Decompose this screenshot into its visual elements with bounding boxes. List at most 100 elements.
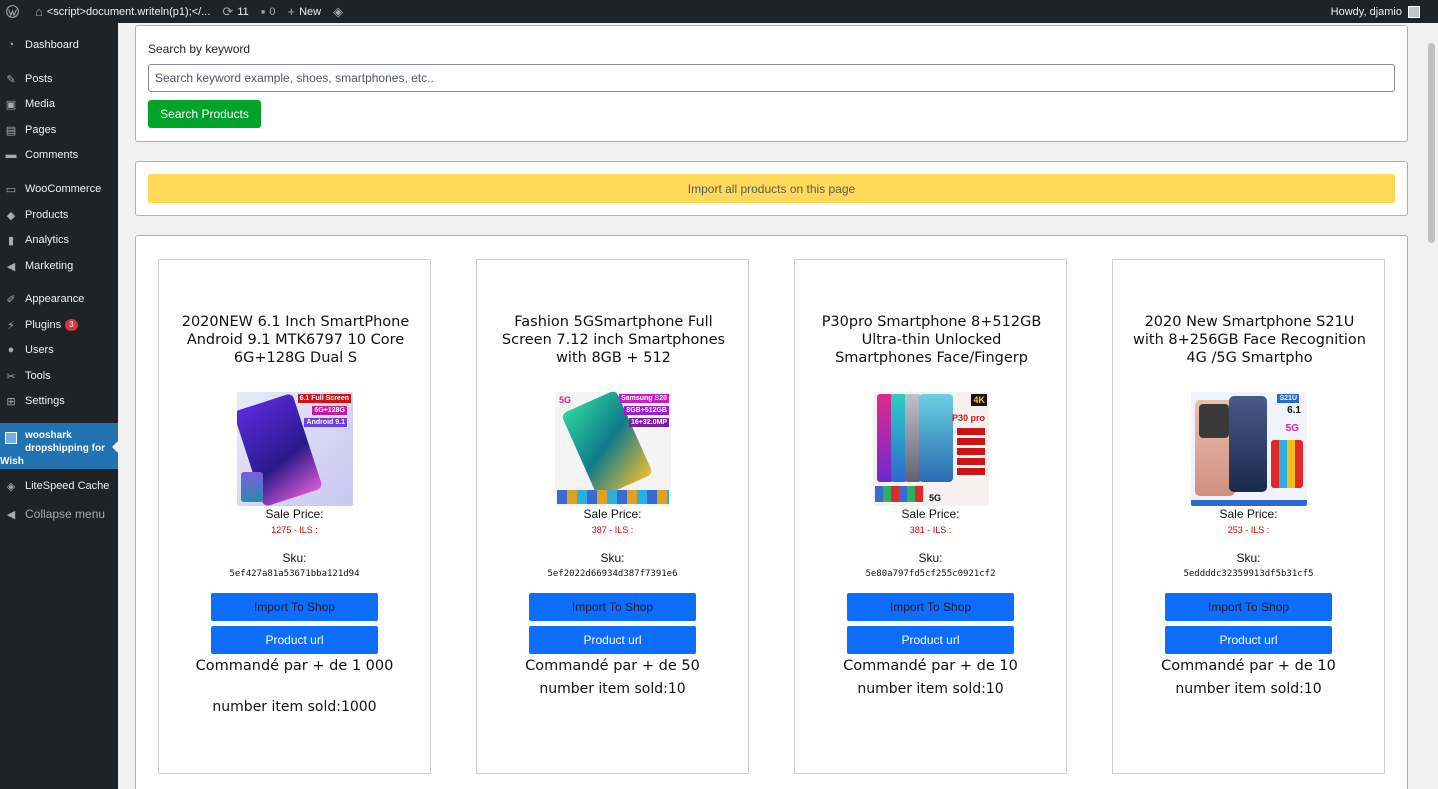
image-tag: Android 9.1 [304,418,347,427]
site-name-link[interactable]: ⌂ <script>document.writeln(p1);</... [25,0,216,23]
sidebar-item-label: Tools [25,370,51,382]
items-sold: number item sold:10 [539,681,686,697]
sale-price-value: 1275 - ILS : [271,525,318,535]
sidebar-item-appearance[interactable]: ✐ Appearance [0,289,118,309]
sidebar-item-label: Pages [25,124,57,136]
ordered-count: Commandé par + de 10 [843,658,1018,674]
product-image[interactable]: 6.1 Full Screen 6G+128G Android 9.1 [237,392,353,506]
import-to-shop-button[interactable]: Import To Shop [1165,593,1332,621]
items-sold: number item sold:10 [1175,681,1322,697]
sidebar-item-tools[interactable]: ✂ Tools [0,366,118,386]
sale-price-value: 387 - ILS : [591,525,634,535]
updates-count: 11 [237,5,249,18]
import-all-panel: Import all products on this page [135,161,1408,216]
import-all-products-button[interactable]: Import all products on this page [148,174,1395,203]
media-icon: ▣ [5,98,17,111]
updates-link[interactable]: ⟳ 11 [216,0,254,23]
product-image[interactable]: S21U 6.1 5G [1191,392,1307,506]
sidebar-item-label: LiteSpeed Cache [25,480,110,492]
plugins-update-badge: 3 [65,319,78,331]
wooshark-label-line3: Wish [0,456,24,467]
sidebar-item-dashboard[interactable]: ◔ Dashboard [0,35,118,55]
search-products-button[interactable]: Search Products [148,100,261,128]
sidebar-item-label: Products [25,209,69,221]
ordered-count: Commandé par + de 50 [525,658,700,674]
sku-value: 5ef2022d66934d387f7391e6 [547,569,678,579]
image-tag: 16+32.0MP [629,418,669,427]
image-tag: 5G [929,493,942,503]
sidebar-item-label: Posts [25,73,53,85]
sku-label: Sku: [918,551,943,565]
wrench-icon: ✂ [6,370,16,383]
page-scrollbar[interactable] [1425,23,1438,789]
site-title: <script>document.writeln(p1);</... [46,5,211,18]
sidebar-item-label: Analytics [25,234,70,246]
sidebar-item-marketing[interactable]: ◀ Marketing [0,256,118,276]
sku-label: Sku: [1236,551,1261,565]
comment-icon: ▬ [5,149,17,161]
product-url-button[interactable]: Product url [529,626,696,654]
sidebar-item-users[interactable]: ● Users [0,340,118,360]
woo-icon: ▭ [5,183,17,196]
ordered-count: Commandé par + de 10 [1161,658,1336,674]
sale-price-value: 253 - ILS : [1227,525,1270,535]
new-content-link[interactable]: + New [281,0,327,23]
my-account[interactable]: Howdy, djamio [1331,0,1420,23]
litespeed-toolbar-link[interactable]: ◈ [327,0,353,23]
collapse-menu-button[interactable]: ◀ Collapse menu [0,504,118,524]
sidebar-item-settings[interactable]: ⊞ Settings [0,391,118,411]
megaphone-icon: ◀ [6,260,16,273]
products-panel: 2020NEW 6.1 Inch SmartPhone Android 9.1 … [135,235,1408,789]
sidebar-item-analytics[interactable]: ▮ Analytics [0,230,118,250]
sale-price-label: Sale Price: [1219,507,1278,521]
sidebar-item-wooshark[interactable]: wooshark dropshipping for Wish [0,423,118,469]
sidebar-item-woocommerce[interactable]: ▭ WooCommerce [0,179,118,199]
brush-icon: ✐ [6,293,16,306]
product-card: 2020NEW 6.1 Inch SmartPhone Android 9.1 … [158,259,431,774]
sku-value: 5ef427a81a53671bba121d94 [229,569,360,579]
home-icon: ⌂ [35,4,43,19]
product-url-button[interactable]: Product url [211,626,378,654]
sidebar-item-plugins[interactable]: ⚡ Plugins 3 [0,315,118,335]
sidebar-item-comments[interactable]: ▬ Comments [0,145,118,165]
sidebar-item-label: Settings [25,395,65,407]
product-url-button[interactable]: Product url [1165,626,1332,654]
product-image[interactable]: Samsung S20 8GB+512GB 16+32.0MP 5G [555,392,671,506]
import-to-shop-button[interactable]: Import To Shop [529,593,696,621]
sidebar-item-posts[interactable]: ✎ Posts [0,69,118,89]
product-image[interactable]: 4K P30 pro 5G [873,392,989,506]
product-card: P30pro Smartphone 8+512GB Ultra-thin Unl… [794,259,1067,774]
sidebar-item-media[interactable]: ▣ Media [0,94,118,114]
collapse-menu-label: Collapse menu [25,507,106,521]
sale-price-label: Sale Price: [265,507,324,521]
sidebar-item-litespeed[interactable]: ◈ LiteSpeed Cache [0,476,118,496]
sidebar-item-products[interactable]: ◆ Products [0,205,118,225]
user-icon: ● [7,344,15,356]
plus-icon: + [287,4,296,19]
comments-link[interactable]: ▪ 0 [255,0,282,23]
product-url-button[interactable]: Product url [847,626,1014,654]
sku-label: Sku: [282,551,307,565]
settings-icon: ⊞ [6,395,16,408]
sku-value: 5eddddc32359913df5b31cf5 [1183,569,1314,579]
import-to-shop-button[interactable]: Import To Shop [211,593,378,621]
sidebar-item-pages[interactable]: ▤ Pages [0,120,118,140]
pages-icon: ▤ [5,124,17,137]
howdy-text: Howdy, djamio [1330,5,1402,18]
sale-price-label: Sale Price: [583,507,642,521]
admin-sidebar: ◔ Dashboard ✎ Posts ▣ Media ▤ Pages ▬ Co… [0,23,118,789]
plug-icon: ⚡ [7,319,15,332]
import-to-shop-button[interactable]: Import To Shop [847,593,1014,621]
bar-chart-icon: ▮ [7,234,15,247]
image-tag: 5G [1285,423,1299,434]
ordered-count: Commandé par + de 1 000 [195,658,394,674]
active-arrow [112,441,118,453]
wordpress-logo-icon[interactable] [0,0,25,23]
items-sold: number item sold:1000 [212,699,377,715]
scrollbar-thumb[interactable] [1428,43,1435,243]
sidebar-item-label: Plugins [25,319,62,331]
image-tag: 8GB+512GB [624,406,669,415]
search-input[interactable] [148,64,1395,92]
comments-count: 0 [269,5,276,18]
sale-price-value: 381 - ILS : [909,525,952,535]
